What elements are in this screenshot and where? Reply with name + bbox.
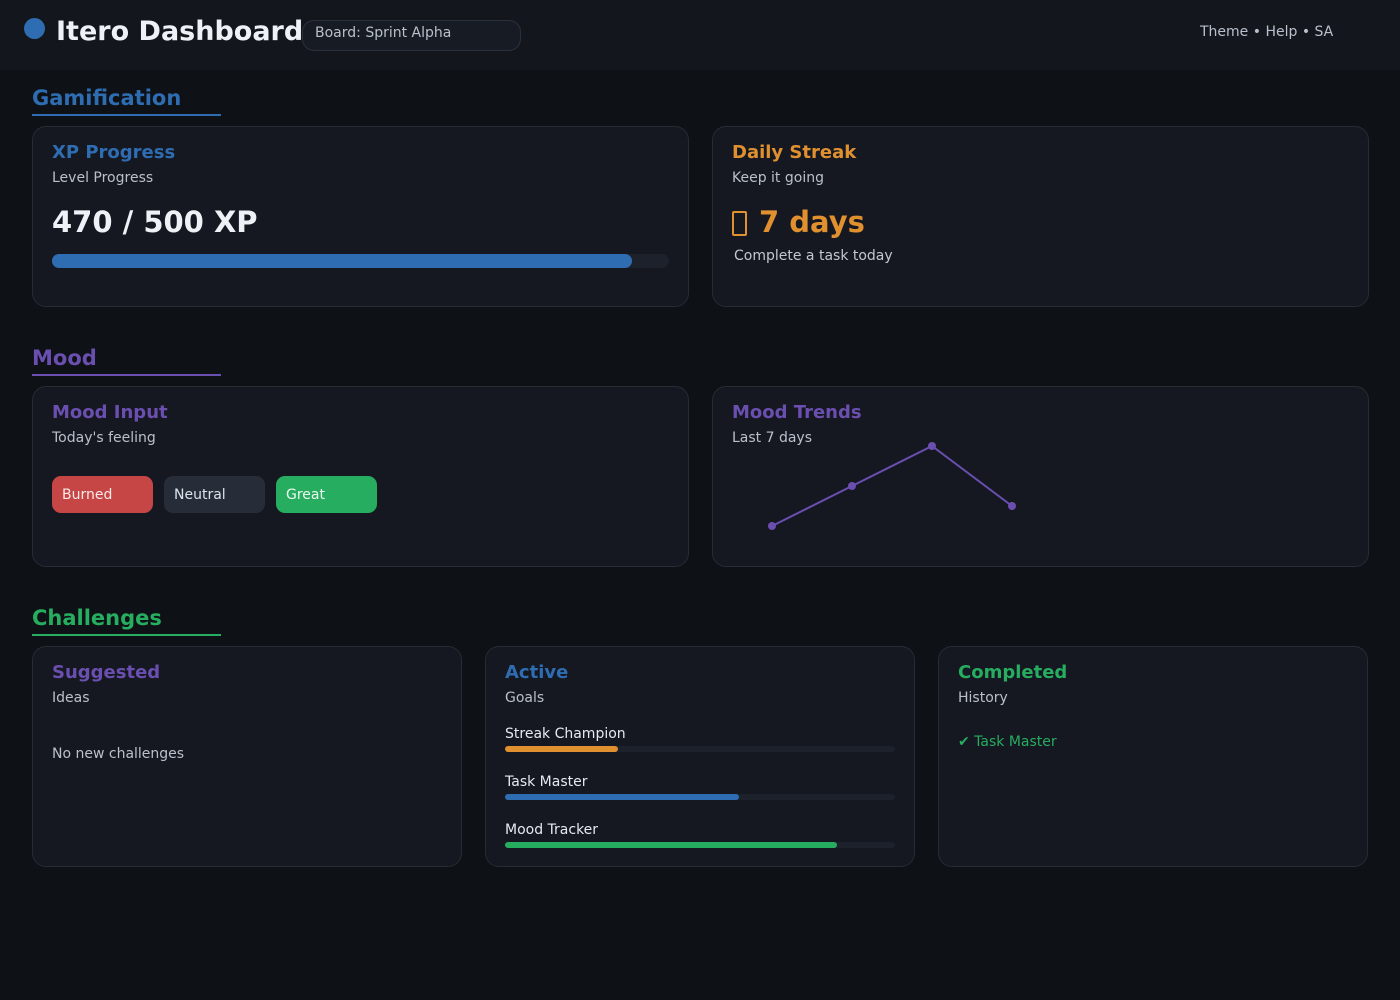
xp-progress-card: XP Progress Level Progress 470 / 500 XP [32, 126, 689, 307]
daily-streak-card: Daily Streak Keep it going 7 days Comple… [712, 126, 1369, 307]
goal-progress-fill [505, 746, 619, 752]
header-links[interactable]: Theme • Help • SA [1200, 24, 1333, 40]
mood-neutral-button[interactable]: Neutral [164, 476, 265, 513]
card-title: Daily Streak [732, 142, 857, 163]
card-title: Completed [958, 662, 1068, 683]
active-challenges-card: Active Goals Streak Champion Task Master… [485, 646, 915, 867]
app-title: Itero Dashboard [56, 16, 304, 47]
fire-icon [732, 211, 747, 236]
mood-great-button[interactable]: Great [276, 476, 377, 513]
logo-icon [24, 18, 45, 39]
completed-challenges-card: Completed History ✔ Task Master [938, 646, 1368, 867]
section-title-gamification: Gamification [32, 86, 182, 110]
section-underline [32, 114, 221, 116]
goal-progress-fill [505, 794, 739, 800]
mood-trend-point [1008, 502, 1016, 510]
goal-progress-bar [505, 842, 895, 848]
card-subtitle: Today's feeling [52, 430, 156, 446]
card-title: XP Progress [52, 142, 176, 163]
card-subtitle: History [958, 690, 1008, 706]
mood-trend-line [771, 444, 1013, 527]
mood-trends-card: Mood Trends Last 7 days [712, 386, 1369, 567]
goal-label: Streak Champion [505, 726, 626, 742]
xp-progress-fill [52, 254, 632, 268]
goal-label: Task Master [505, 774, 588, 790]
card-title: Active [505, 662, 569, 683]
streak-value: 7 days [759, 205, 865, 239]
mood-trend-point [928, 442, 936, 450]
suggested-challenges-card: Suggested Ideas No new challenges [32, 646, 462, 867]
mood-burned-button[interactable]: Burned [52, 476, 153, 513]
section-title-mood: Mood [32, 346, 97, 370]
completed-item: ✔ Task Master [958, 734, 1057, 750]
top-bar: Itero Dashboard Board: Sprint Alpha Them… [0, 0, 1400, 70]
streak-hint: Complete a task today [734, 248, 893, 264]
card-subtitle: Ideas [52, 690, 90, 706]
section-underline [32, 634, 221, 636]
card-title: Suggested [52, 662, 161, 683]
xp-value: 470 / 500 XP [52, 205, 258, 239]
goal-label: Mood Tracker [505, 822, 599, 838]
goal-progress-fill [505, 842, 837, 848]
goal-progress-bar [505, 746, 895, 752]
mood-trend-chart [768, 442, 1016, 530]
goal-progress-bar [505, 794, 895, 800]
streak-value-row: 7 days [732, 205, 865, 239]
mood-trend-point [848, 482, 856, 490]
card-title: Mood Input [52, 402, 168, 423]
mood-trend-point [768, 522, 776, 530]
empty-state-text: No new challenges [52, 746, 185, 762]
xp-progress-bar [52, 254, 669, 268]
section-underline [32, 374, 221, 376]
card-subtitle: Level Progress [52, 170, 154, 186]
mood-input-card: Mood Input Today's feeling Burned Neutra… [32, 386, 689, 567]
card-subtitle: Keep it going [732, 170, 824, 186]
card-subtitle: Goals [505, 690, 545, 706]
board-selector[interactable]: Board: Sprint Alpha [302, 20, 521, 51]
section-title-challenges: Challenges [32, 606, 162, 630]
